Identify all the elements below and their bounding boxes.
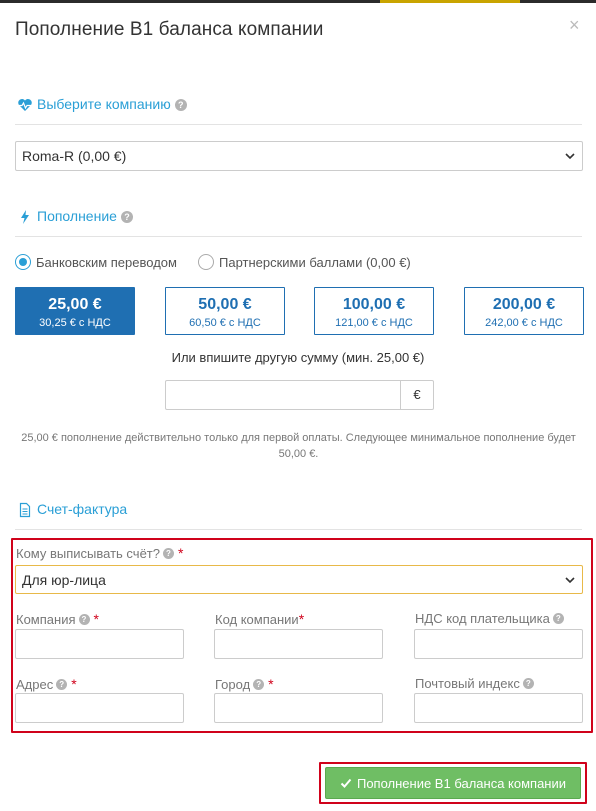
postal-input[interactable] [414,693,583,723]
required-mark: * [71,676,77,692]
recipient-label-text: Кому выписывать счёт? [16,545,160,561]
amount-value: 100,00 € [342,296,406,313]
required-mark: * [93,611,99,627]
topup-section-title: Пополнение [37,208,117,224]
help-icon[interactable]: ? [522,678,534,689]
address-input[interactable] [15,693,184,723]
recipient-select[interactable]: Для юр-лица [15,565,583,594]
help-icon[interactable]: ? [78,613,90,625]
currency-addon: € [400,380,434,410]
close-icon[interactable]: × [569,15,580,35]
vat-code-label: НДС код плательщика ? [415,611,564,626]
amount-value: 200,00 € [492,296,556,313]
company-field-label-text: Компания [16,611,76,627]
company-select[interactable]: Roma-R (0,00 €) [15,141,583,171]
postal-label: Почтовый индекс ? [415,676,534,691]
company-select-value: Roma-R (0,00 €) [22,148,127,164]
recipient-select-value: Для юр-лица [22,571,106,588]
custom-amount-input[interactable] [165,380,401,410]
amount-vat: 30,25 € с НДС [39,317,111,329]
company-code-label-text: Код компании [215,611,299,627]
postal-label-text: Почтовый индекс [415,676,520,691]
required-mark: * [298,611,305,627]
bolt-icon [21,210,29,224]
submit-topup-label: Пополнение B1 баланса компании [356,775,567,791]
help-icon[interactable]: ? [253,678,265,690]
radio-dot-checked[interactable] [15,254,31,270]
city-input[interactable] [214,693,383,723]
company-section-title: Выберите компанию [37,96,171,112]
recipient-label: Кому выписывать счёт? ? * [16,545,183,561]
amount-value: 25,00 € [48,296,102,313]
company-code-input[interactable] [214,629,383,659]
company-section-header: Выберите компанию? [15,96,582,125]
radio-bank-transfer-label: Банковским переводом [36,254,177,270]
company-field-label: Компания ? * [16,611,99,627]
radio-partner-points-label: Партнерскими баллами (0,00 €) [219,254,411,270]
vat-code-input[interactable] [414,629,583,659]
address-label-text: Адрес [16,676,54,692]
amount-option-50[interactable]: 50,00 € 60,50 € с НДС [165,287,285,335]
top-strip-accent [380,0,520,3]
city-label-text: Город [215,676,251,692]
help-icon[interactable]: ? [120,211,133,223]
submit-topup-button[interactable]: Пополнение B1 баланса компании [325,767,581,799]
help-icon[interactable]: ? [552,613,564,624]
amount-option-25[interactable]: 25,00 € 30,25 € с НДС [15,287,135,335]
city-label: Город ? * [215,676,274,692]
topup-section-header: Пополнение? [15,208,582,237]
radio-partner-points[interactable]: Партнерскими баллами (0,00 €) [198,254,411,270]
invoice-section-header: Счет-фактура [15,501,582,530]
radio-bank-transfer[interactable]: Банковским переводом [15,254,177,270]
radio-dot[interactable] [198,254,214,270]
check-icon [340,778,352,788]
help-icon[interactable]: ? [56,678,68,690]
heartbeat-icon [18,99,32,111]
topup-note: 25,00 € пополнение действительно только … [21,432,576,460]
help-icon[interactable]: ? [162,547,174,559]
chevron-down-icon [565,576,575,583]
invoice-section-title: Счет-фактура [37,501,128,517]
required-mark: * [268,676,274,692]
amount-value: 50,00 € [198,296,252,313]
vat-code-label-text: НДС код плательщика [415,611,550,626]
amount-vat: 242,00 € с НДС [485,317,563,329]
amount-vat: 60,50 € с НДС [189,317,261,329]
amount-vat: 121,00 € с НДС [335,317,413,329]
other-amount-label: Или впишите другую сумму (мин. 25,00 €) [171,350,425,365]
required-mark: * [177,545,184,561]
chevron-down-icon [565,153,575,160]
amount-option-100[interactable]: 100,00 € 121,00 € с НДС [314,287,434,335]
document-icon [19,502,31,518]
company-code-label: Код компании * [215,611,304,627]
modal-title: Пополнение B1 баланса компании [15,19,324,40]
top-strip [0,0,596,3]
company-input[interactable] [15,629,184,659]
amount-option-200[interactable]: 200,00 € 242,00 € с НДС [464,287,584,335]
address-label: Адрес ? * [16,676,77,692]
help-icon[interactable]: ? [174,99,187,111]
